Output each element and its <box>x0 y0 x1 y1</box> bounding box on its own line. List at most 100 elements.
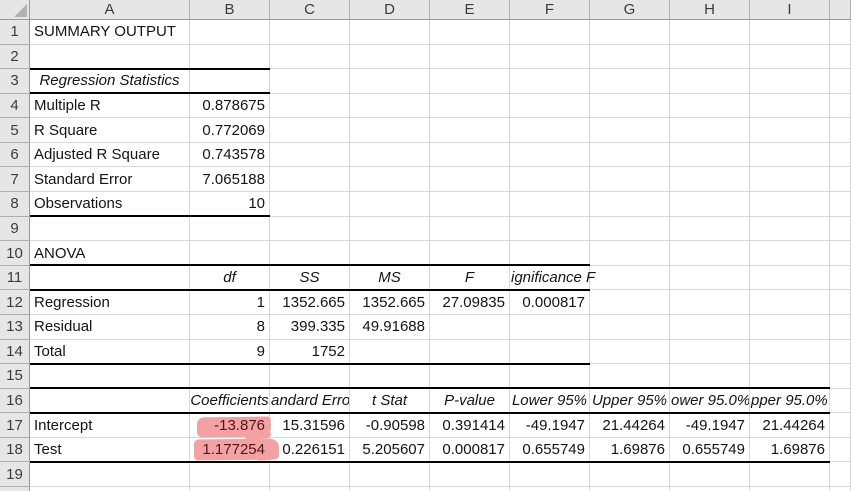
cell-I11[interactable] <box>750 266 830 291</box>
cell-H1[interactable] <box>670 20 750 45</box>
column-header-G[interactable]: G <box>590 0 670 20</box>
cell-C16[interactable]: andard Erro <box>270 389 350 414</box>
cell-A15[interactable] <box>30 364 190 389</box>
cell-C5[interactable] <box>270 118 350 143</box>
cell-I12[interactable] <box>750 290 830 315</box>
row-header-1[interactable]: 1 <box>0 20 30 45</box>
cell-extra18[interactable] <box>830 438 851 463</box>
cell-B19[interactable] <box>190 462 270 487</box>
cell-D7[interactable] <box>350 167 430 192</box>
cell-A10[interactable]: ANOVA <box>30 241 190 266</box>
cell-B8[interactable]: 10 <box>190 192 270 217</box>
cell-D13[interactable]: 49.91688 <box>350 315 430 340</box>
cell-B5[interactable]: 0.772069 <box>190 118 270 143</box>
cell-E20[interactable] <box>430 487 510 491</box>
cell-I7[interactable] <box>750 167 830 192</box>
cell-A1[interactable]: SUMMARY OUTPUT <box>30 20 190 45</box>
cell-G17[interactable]: 21.44264 <box>590 413 670 438</box>
row-header-16[interactable]: 16 <box>0 389 30 414</box>
cell-H18[interactable]: 0.655749 <box>670 438 750 463</box>
cell-G4[interactable] <box>590 94 670 119</box>
cell-extra14[interactable] <box>830 340 851 365</box>
cell-H13[interactable] <box>670 315 750 340</box>
cell-F5[interactable] <box>510 118 590 143</box>
cell-D20[interactable] <box>350 487 430 491</box>
row-header-10[interactable]: 10 <box>0 241 30 266</box>
cell-extra1[interactable] <box>830 20 851 45</box>
cell-G20[interactable] <box>590 487 670 491</box>
cell-E14[interactable] <box>430 340 510 365</box>
cell-F10[interactable] <box>510 241 590 266</box>
cell-C12[interactable]: 1352.665 <box>270 290 350 315</box>
cell-B7[interactable]: 7.065188 <box>190 167 270 192</box>
cell-E8[interactable] <box>430 192 510 217</box>
cell-I10[interactable] <box>750 241 830 266</box>
row-header-2[interactable]: 2 <box>0 45 30 70</box>
column-header-E[interactable]: E <box>430 0 510 20</box>
cell-C7[interactable] <box>270 167 350 192</box>
cell-C6[interactable] <box>270 143 350 168</box>
cell-F18[interactable]: 0.655749 <box>510 438 590 463</box>
cell-H6[interactable] <box>670 143 750 168</box>
cell-C2[interactable] <box>270 45 350 70</box>
cell-H17[interactable]: -49.1947 <box>670 413 750 438</box>
column-header-extra[interactable] <box>830 0 851 20</box>
cell-D5[interactable] <box>350 118 430 143</box>
column-header-D[interactable]: D <box>350 0 430 20</box>
cell-I6[interactable] <box>750 143 830 168</box>
cell-D9[interactable] <box>350 217 430 242</box>
cell-extra8[interactable] <box>830 192 851 217</box>
cell-E17[interactable]: 0.391414 <box>430 413 510 438</box>
cell-A11[interactable] <box>30 266 190 291</box>
cell-extra10[interactable] <box>830 241 851 266</box>
cell-H8[interactable] <box>670 192 750 217</box>
cell-B15[interactable] <box>190 364 270 389</box>
cell-E19[interactable] <box>430 462 510 487</box>
row-header-11[interactable]: 11 <box>0 266 30 291</box>
cell-G19[interactable] <box>590 462 670 487</box>
cell-A2[interactable] <box>30 45 190 70</box>
cell-F20[interactable] <box>510 487 590 491</box>
cell-D4[interactable] <box>350 94 430 119</box>
cell-F17[interactable]: -49.1947 <box>510 413 590 438</box>
column-header-I[interactable]: I <box>750 0 830 20</box>
cell-extra11[interactable] <box>830 266 851 291</box>
cell-F16[interactable]: Lower 95% <box>510 389 590 414</box>
cell-I2[interactable] <box>750 45 830 70</box>
cell-E1[interactable] <box>430 20 510 45</box>
cell-D8[interactable] <box>350 192 430 217</box>
cell-G12[interactable] <box>590 290 670 315</box>
cell-E18[interactable]: 0.000817 <box>430 438 510 463</box>
cell-F11[interactable]: ignificance F <box>510 266 590 291</box>
cell-A20[interactable] <box>30 487 190 491</box>
cell-D16[interactable]: t Stat <box>350 389 430 414</box>
cell-B13[interactable]: 8 <box>190 315 270 340</box>
row-header-13[interactable]: 13 <box>0 315 30 340</box>
cell-extra4[interactable] <box>830 94 851 119</box>
cell-E11[interactable]: F <box>430 266 510 291</box>
row-header-4[interactable]: 4 <box>0 94 30 119</box>
cell-D11[interactable]: MS <box>350 266 430 291</box>
cell-G8[interactable] <box>590 192 670 217</box>
cell-H12[interactable] <box>670 290 750 315</box>
cell-F1[interactable] <box>510 20 590 45</box>
cell-A5[interactable]: R Square <box>30 118 190 143</box>
row-header-3[interactable]: 3 <box>0 69 30 94</box>
cell-D1[interactable] <box>350 20 430 45</box>
cell-B4[interactable]: 0.878675 <box>190 94 270 119</box>
cell-D17[interactable]: -0.90598 <box>350 413 430 438</box>
row-header-19[interactable]: 19 <box>0 462 30 487</box>
cell-extra19[interactable] <box>830 462 851 487</box>
cell-F8[interactable] <box>510 192 590 217</box>
cell-F19[interactable] <box>510 462 590 487</box>
column-header-C[interactable]: C <box>270 0 350 20</box>
cell-I5[interactable] <box>750 118 830 143</box>
cell-G7[interactable] <box>590 167 670 192</box>
cell-G11[interactable] <box>590 266 670 291</box>
cell-A3[interactable]: Regression Statistics <box>30 69 190 94</box>
cell-D2[interactable] <box>350 45 430 70</box>
cell-A4[interactable]: Multiple R <box>30 94 190 119</box>
column-header-B[interactable]: B <box>190 0 270 20</box>
cell-D6[interactable] <box>350 143 430 168</box>
cell-A19[interactable] <box>30 462 190 487</box>
